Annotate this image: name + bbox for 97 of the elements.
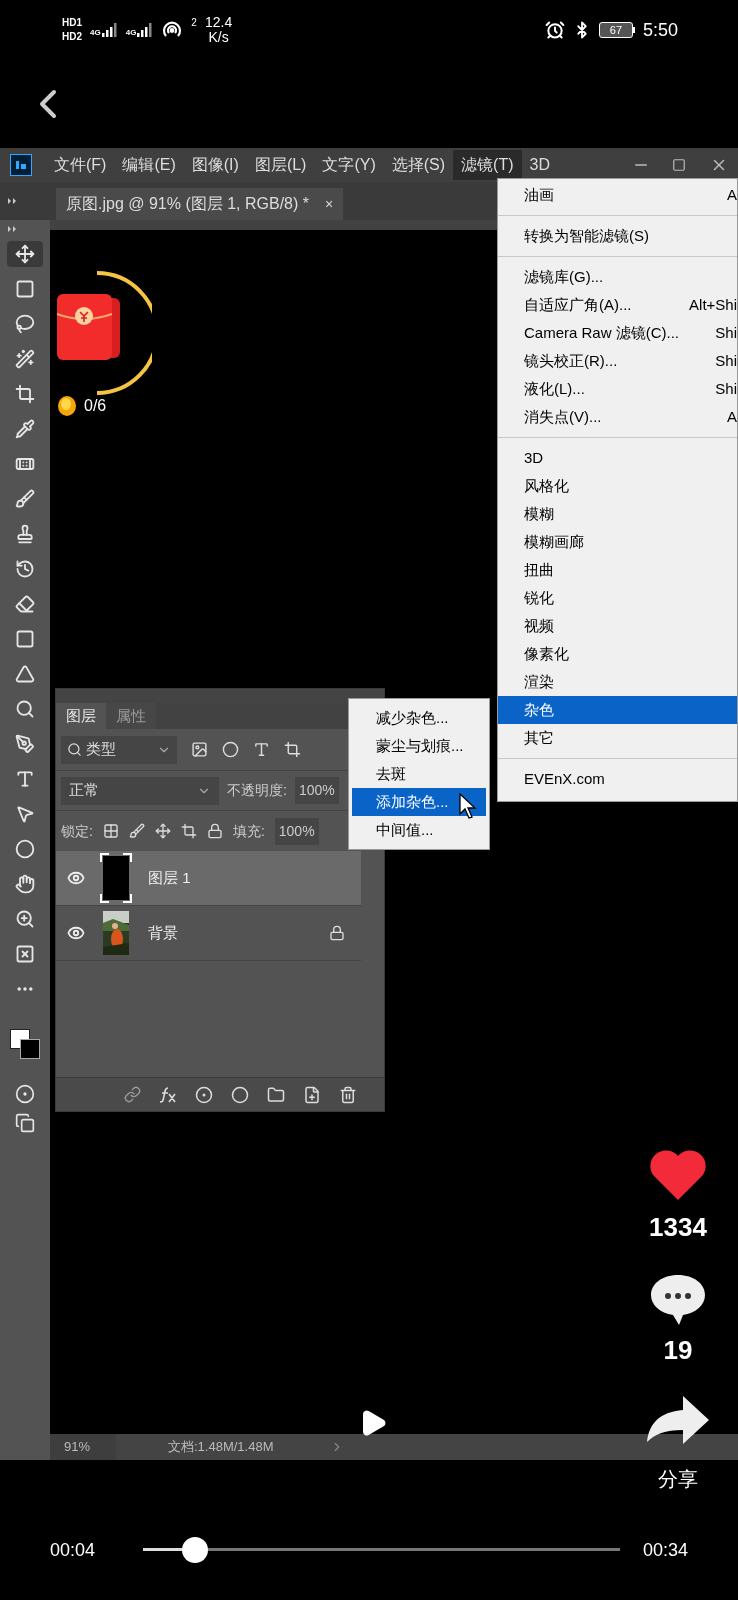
maximize-icon[interactable] (672, 158, 686, 172)
folder-icon[interactable] (266, 1085, 285, 1104)
signal-icon (137, 23, 154, 37)
hotspot-count: 2 (191, 16, 197, 30)
menu-item[interactable]: 液化(L)... Shi (498, 375, 737, 403)
layer-row[interactable]: 图层 1 (56, 851, 361, 906)
menu-item[interactable]: 扭曲 (498, 556, 737, 584)
menu-item[interactable]: 像素化 (498, 640, 737, 668)
document-tab[interactable]: 原图.jpg @ 91% (图层 1, RGB/8) * × (56, 188, 344, 220)
menu-item[interactable]: 文件(F) (46, 150, 115, 180)
shape-filter-icon[interactable] (284, 741, 301, 758)
fill-label: 填充: (232, 821, 265, 841)
menu-item[interactable]: 视频 (498, 612, 737, 640)
clock-time: 5:50 (642, 18, 678, 42)
menu-item[interactable]: 杂色 (498, 696, 737, 724)
search-icon (67, 742, 82, 757)
document-size: 文档:1.48M/1.48M (168, 1438, 274, 1457)
blend-mode-select[interactable]: 正常 (61, 776, 219, 805)
menu-item[interactable]: 3D (521, 150, 558, 180)
total-time: 00:34 (642, 1538, 688, 1562)
menu-item[interactable]: 3D (498, 444, 737, 472)
filter-value: 类型 (86, 739, 116, 760)
fill-field[interactable]: 100% (274, 817, 319, 845)
menu-item[interactable]: 锐化 (498, 584, 737, 612)
heart-icon[interactable] (649, 1148, 707, 1200)
menu-item[interactable]: 渲染 (498, 668, 737, 696)
comment-icon[interactable] (649, 1273, 707, 1327)
lock-position-icon[interactable] (154, 823, 171, 839)
lock-pixels-icon[interactable] (102, 823, 119, 839)
like-count: 1334 (649, 1211, 707, 1244)
filter-select[interactable]: 类型 (61, 735, 177, 764)
menu-item[interactable]: 消失点(V)... A (498, 403, 737, 431)
menu-item[interactable]: 镜头校正(R)... Shi (498, 347, 737, 375)
speed-unit: K/s (208, 30, 229, 45)
signal-icon (101, 23, 118, 37)
visibility-icon[interactable] (67, 924, 85, 942)
current-time: 00:04 (50, 1538, 97, 1562)
new-layer-icon[interactable] (302, 1085, 321, 1104)
layer-name: 图层 1 (148, 867, 191, 888)
alarm-icon (544, 20, 565, 40)
collapse-icon (8, 198, 18, 204)
menu-item[interactable]: 去斑 (352, 760, 486, 788)
menu-item[interactable]: 图层(L) (246, 150, 315, 180)
menu-item[interactable]: 模糊 (498, 500, 737, 528)
menu-item[interactable]: Camera Raw 滤镜(C)... Shi (498, 319, 737, 347)
menu-item[interactable]: 中间值... (352, 816, 486, 844)
share-label[interactable]: 分享 (658, 1464, 698, 1494)
visibility-icon[interactable] (67, 869, 85, 887)
progress-thumb[interactable] (182, 1537, 209, 1563)
share-icon[interactable] (647, 1396, 709, 1444)
menu-item[interactable]: 风格化 (498, 472, 737, 500)
menu-item[interactable]: 油画 A (498, 181, 737, 209)
menu-item[interactable]: 图像(I) (183, 150, 247, 180)
layer-thumbnail (100, 853, 132, 903)
menu-item[interactable]: 滤镜(T) (453, 150, 522, 180)
lock-label: 锁定: (61, 821, 93, 841)
type-filter-icon[interactable] (253, 741, 270, 758)
menu-item[interactable]: 选择(S) (383, 150, 454, 180)
lock-artboard-icon[interactable] (180, 823, 197, 839)
screen-mode-icon[interactable] (15, 1113, 35, 1133)
sim-label: HD1 (62, 17, 82, 29)
lock-brush-icon[interactable] (128, 823, 145, 839)
menu-item[interactable]: 减少杂色... (352, 704, 486, 732)
menu-item[interactable]: 模糊画廊 (498, 528, 737, 556)
move-icon[interactable] (7, 241, 43, 267)
trash-icon[interactable] (338, 1085, 357, 1104)
menu-item[interactable]: 编辑(E) (114, 150, 184, 180)
menu-item[interactable]: 其它 (498, 724, 737, 752)
menu-item[interactable]: 添加杂色... (352, 788, 486, 816)
network-label: 4G (90, 29, 101, 37)
link-icon[interactable] (123, 1086, 141, 1103)
reward-count: 0/6 (84, 396, 107, 416)
menu-item[interactable]: 文字(Y) (314, 150, 384, 180)
ps-logo-icon (10, 154, 32, 176)
opacity-label: 不透明度: (227, 781, 287, 800)
battery-level: 67 (609, 24, 623, 36)
layer-name: 背景 (148, 922, 178, 943)
menu-item[interactable]: 转换为智能滤镜(S) (498, 222, 737, 250)
menu-item[interactable]: 自适应广角(A)... Alt+Shi (498, 291, 737, 319)
image-filter-icon[interactable] (191, 741, 208, 758)
opacity-field[interactable]: 100% (294, 777, 339, 804)
lock-all-icon[interactable] (206, 823, 223, 839)
comment-count: 19 (663, 1334, 693, 1367)
tab-close[interactable]: × (325, 193, 334, 215)
network-speed: 12.4 (204, 15, 233, 30)
cursor-icon (459, 793, 477, 819)
collapse-icon (8, 226, 18, 232)
zoom-level: 91% (50, 1434, 116, 1460)
menu-item[interactable]: 滤镜库(G)... (498, 263, 737, 291)
network-label: 4G (125, 29, 137, 37)
menu-item[interactable]: 蒙尘与划痕... (352, 732, 486, 760)
fx-icon[interactable] (158, 1085, 177, 1104)
coin-icon (58, 396, 76, 416)
menu-item[interactable]: EVEnX.com (498, 765, 737, 793)
sim-label: HD2 (62, 31, 82, 43)
blend-mode-value: 正常 (69, 780, 99, 801)
panel-tab[interactable]: 图层 (56, 703, 106, 729)
